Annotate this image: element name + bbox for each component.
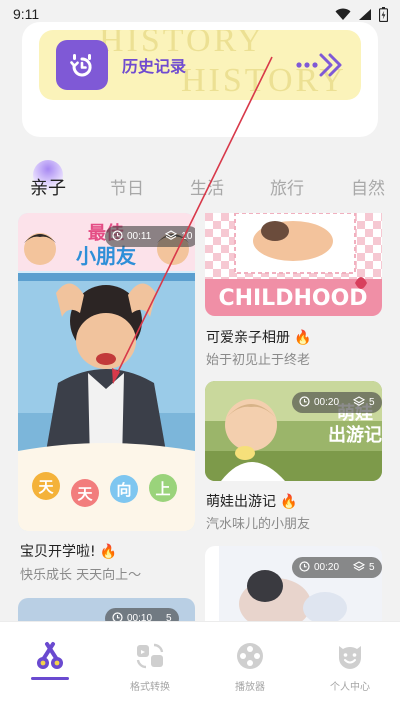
card-subtitle: 汽水味儿的小朋友	[206, 517, 311, 532]
nav-profile-label: 个人中心	[330, 682, 370, 693]
duration-badge: 00:11 10	[105, 226, 195, 247]
nav-player-label: 播放器	[235, 682, 265, 693]
nav-format-convert-label: 格式转换	[130, 682, 170, 693]
card-title[interactable]: 可爱亲子相册 🔥	[206, 327, 311, 347]
clip-count: 10	[181, 231, 193, 242]
poster-title-bottom: 小朋友	[76, 244, 136, 268]
template-card-parent-child-album[interactable]: CHILDHOOD	[205, 213, 382, 316]
fire-icon: 🔥	[99, 544, 118, 560]
tab-life[interactable]: 生活	[190, 174, 224, 199]
format-convert-icon	[136, 643, 164, 669]
svg-text:向: 向	[116, 481, 131, 499]
status-time: 9:11	[13, 6, 40, 22]
template-card-baby-travel[interactable]: 萌娃 出游记 00:20 5	[205, 381, 382, 481]
layers-icon	[352, 560, 366, 575]
clock-icon	[112, 229, 123, 244]
history-record-card[interactable]: HISTORY HISTORY 历史记录	[39, 30, 361, 100]
arrow-right-icon	[295, 52, 343, 82]
tab-festival[interactable]: 节日	[110, 174, 144, 199]
nav-active-indicator	[31, 677, 69, 680]
layers-icon	[352, 395, 366, 410]
duration-badge: 00:20 5	[292, 392, 382, 413]
nav-format-convert[interactable]: 格式转换	[100, 622, 200, 711]
card-subtitle: 始于初见止于终老	[206, 353, 311, 368]
clip-count: 5	[369, 562, 375, 573]
clip-count: 5	[369, 397, 375, 408]
history-label: 历史记录	[122, 57, 187, 76]
nav-player[interactable]: 播放器	[200, 622, 300, 711]
scissors-icon	[37, 642, 63, 669]
duration-badge: 00:20 5	[292, 557, 382, 578]
battery-icon	[379, 6, 388, 22]
history-icon	[56, 40, 108, 90]
svg-text:出游记: 出游记	[328, 424, 382, 446]
template-thumbnail: 最佳 小朋友 天 天 向 上	[18, 213, 195, 531]
template-card-mother-baby[interactable]: 00:20 5	[205, 546, 382, 622]
duration-text: 00:11	[127, 231, 152, 242]
nav-profile[interactable]: 个人中心	[300, 622, 400, 711]
template-thumbnail: CHILDHOOD	[205, 213, 382, 316]
layers-icon	[165, 229, 178, 244]
nav-edit[interactable]	[0, 622, 100, 711]
duration-text: 00:20	[314, 562, 340, 573]
svg-text:天: 天	[77, 485, 93, 503]
film-reel-icon	[237, 643, 263, 669]
wifi-icon	[335, 8, 351, 21]
card-subtitle: 快乐成长 天天向上～	[20, 568, 142, 583]
clock-icon	[299, 395, 310, 410]
template-card-fifth[interactable]: 00:10 5	[18, 598, 195, 622]
duration-text: 00:20	[314, 397, 340, 408]
fire-icon: 🔥	[280, 494, 298, 510]
tab-nature[interactable]: 自然	[351, 174, 385, 199]
svg-text:上: 上	[155, 480, 170, 498]
card-title[interactable]: 宝贝开学啦! 🔥	[20, 541, 117, 561]
smiley-icon	[339, 646, 361, 669]
svg-text:天: 天	[38, 478, 54, 496]
signal-icon	[358, 8, 372, 21]
status-icons	[335, 6, 388, 22]
tab-parent-child[interactable]: 亲子	[30, 174, 66, 200]
fire-icon: 🔥	[294, 330, 312, 346]
template-card-back-to-school[interactable]: 最佳 小朋友 天 天 向 上 00:11 10	[18, 213, 195, 531]
tab-travel[interactable]: 旅行	[270, 174, 304, 199]
card-title[interactable]: 萌娃出游记 🔥	[206, 491, 297, 511]
duration-badge: 00:10 5	[105, 608, 179, 622]
category-tabs: 亲子 节日 生活 旅行 自然	[0, 168, 400, 208]
album-banner-text: CHILDHOOD	[218, 286, 367, 311]
clock-icon	[299, 560, 310, 575]
bottom-nav: 格式转换 播放器 个人中心	[0, 621, 400, 711]
